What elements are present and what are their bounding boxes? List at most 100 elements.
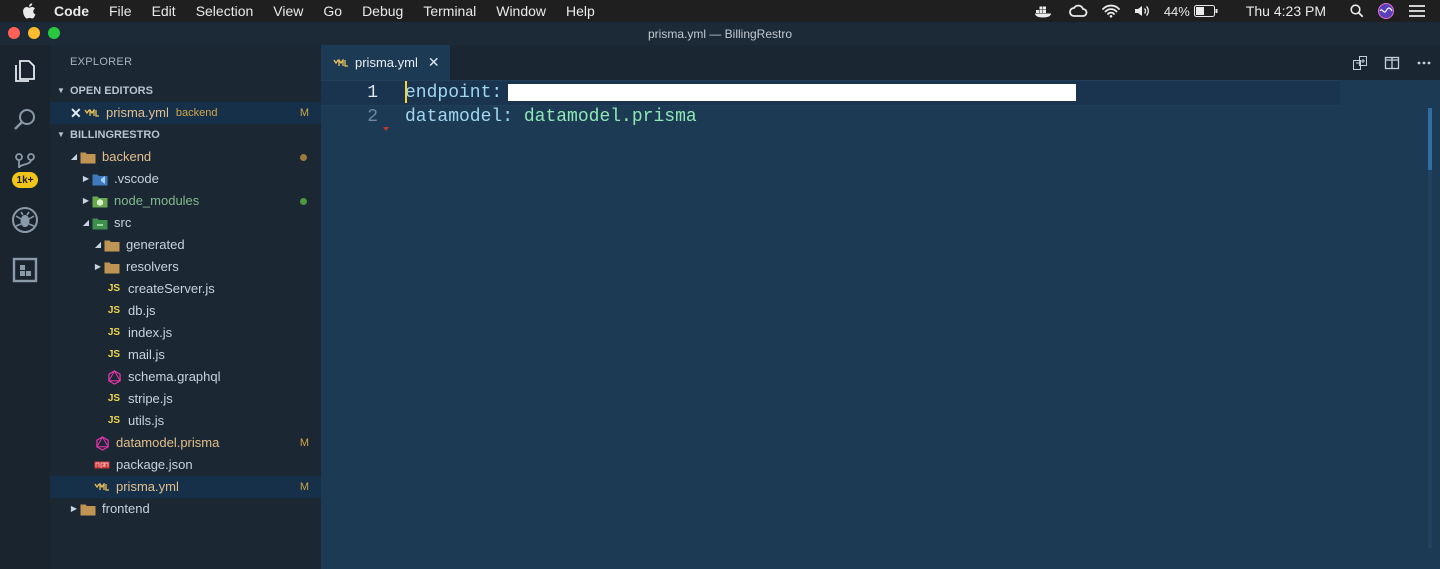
code-text: endpoint: xyxy=(405,83,1077,103)
extensions-icon[interactable] xyxy=(11,256,39,284)
chevron-right-icon: ▶ xyxy=(82,174,90,183)
macos-menu-bar: Code File Edit Selection View Go Debug T… xyxy=(0,0,1440,22)
folder-icon xyxy=(80,501,96,517)
tree-file-stripe[interactable]: JS stripe.js xyxy=(50,388,321,410)
wifi-icon[interactable] xyxy=(1101,4,1120,18)
menu-help[interactable]: Help xyxy=(566,3,595,19)
window-title: prisma.yml — BillingRestro xyxy=(647,26,793,41)
open-editor-item[interactable]: ✕ prisma.yml backend M xyxy=(50,102,321,124)
javascript-file-icon: JS xyxy=(107,327,121,338)
tree-label: generated xyxy=(126,237,185,252)
tree-folder-backend[interactable]: ◢ backend xyxy=(50,146,321,168)
tree-file-package-json[interactable]: package.json xyxy=(50,454,321,476)
tree-file-prisma-yml[interactable]: prisma.yml M xyxy=(50,476,321,498)
tree-folder-frontend[interactable]: ▶ frontend xyxy=(50,498,321,520)
vertical-scrollbar[interactable] xyxy=(1428,108,1432,548)
close-icon[interactable]: ✕ xyxy=(70,102,84,124)
workspace-header[interactable]: ▼ BILLINGRESTRO xyxy=(50,124,321,146)
tree-label: backend xyxy=(102,149,152,164)
menu-selection[interactable]: Selection xyxy=(196,3,254,19)
creative-cloud-icon[interactable] xyxy=(1068,4,1088,18)
folder-open-icon xyxy=(104,237,120,253)
chevron-down-icon: ▼ xyxy=(57,130,65,139)
docker-icon[interactable] xyxy=(1034,4,1054,18)
chevron-down-icon: ◢ xyxy=(94,240,102,249)
apple-icon[interactable] xyxy=(18,3,40,19)
open-editors-header[interactable]: ▼ OPEN EDITORS xyxy=(50,80,321,102)
split-editor-icon[interactable] xyxy=(1376,55,1408,71)
menu-file[interactable]: File xyxy=(109,3,132,19)
line-number: 1 xyxy=(367,83,378,103)
tree-folder-resolvers[interactable]: ▶ resolvers xyxy=(50,256,321,278)
notification-center-icon[interactable] xyxy=(1408,4,1426,18)
menu-app-name[interactable]: Code xyxy=(54,3,89,19)
tree-label: schema.graphql xyxy=(128,369,221,384)
explorer-icon[interactable] xyxy=(11,57,39,85)
tree-label: frontend xyxy=(102,501,150,516)
tree-file-mail[interactable]: JS mail.js xyxy=(50,344,321,366)
sidebar-title: EXPLORER xyxy=(70,56,133,68)
yaml-value: datamodel.prisma xyxy=(523,107,697,127)
menu-edit[interactable]: Edit xyxy=(152,3,176,19)
tree-label: resolvers xyxy=(126,259,179,274)
tree-file-index[interactable]: JS index.js xyxy=(50,322,321,344)
editor-tab[interactable]: prisma.yml ✕ xyxy=(321,45,450,80)
tree-label: db.js xyxy=(128,303,156,318)
tree-file-schema[interactable]: schema.graphql xyxy=(50,366,321,388)
git-status-modified: M xyxy=(299,437,309,449)
tree-file-utils[interactable]: JS utils.js xyxy=(50,410,321,432)
javascript-file-icon: JS xyxy=(107,415,121,426)
menu-debug[interactable]: Debug xyxy=(362,3,403,19)
workspace-label: BILLINGRESTRO xyxy=(70,129,160,141)
git-status-modified: M xyxy=(299,107,309,119)
editor-area: prisma.yml ✕ 1 endpoint: 2 datamodel: da… xyxy=(321,45,1440,569)
yaml-file-icon xyxy=(94,479,110,495)
node-folder-icon xyxy=(92,193,108,209)
battery-icon[interactable] xyxy=(1193,5,1218,17)
redacted-value xyxy=(508,83,1077,101)
prisma-file-icon xyxy=(94,435,110,451)
tree-label: utils.js xyxy=(128,413,165,428)
yaml-file-icon xyxy=(84,105,100,121)
breakpoint-marker-icon xyxy=(383,127,389,131)
open-changes-icon[interactable] xyxy=(1344,55,1376,71)
menu-view[interactable]: View xyxy=(273,3,303,19)
tree-file-datamodel[interactable]: datamodel.prisma M xyxy=(50,432,321,454)
search-icon[interactable] xyxy=(11,106,39,134)
tree-folder-vscode[interactable]: ▶ .vscode xyxy=(50,168,321,190)
code-line[interactable]: 2 datamodel: datamodel.prisma xyxy=(321,105,1340,129)
menu-window[interactable]: Window xyxy=(496,3,546,19)
tree-folder-generated[interactable]: ◢ generated xyxy=(50,234,321,256)
tree-label: index.js xyxy=(128,325,173,340)
menu-terminal[interactable]: Terminal xyxy=(423,3,476,19)
tree-folder-src[interactable]: ◢ src xyxy=(50,212,321,234)
volume-icon[interactable] xyxy=(1134,4,1150,18)
tree-file-db[interactable]: JS db.js xyxy=(50,300,321,322)
menu-go[interactable]: Go xyxy=(323,3,342,19)
graphql-file-icon xyxy=(106,369,122,385)
code-editor[interactable]: 1 endpoint: 2 datamodel: datamodel.prism… xyxy=(321,80,1440,569)
yaml-key: endpoint: xyxy=(405,83,503,103)
git-status-modified: M xyxy=(299,481,309,493)
scrollbar-thumb[interactable] xyxy=(1428,108,1432,170)
tree-label: createServer.js xyxy=(128,281,215,296)
chevron-down-icon: ▼ xyxy=(57,86,65,95)
tree-label: datamodel.prisma xyxy=(116,435,220,450)
folder-icon xyxy=(104,259,120,275)
tree-folder-node-modules[interactable]: ▶ node_modules xyxy=(50,190,321,212)
tree-label: stripe.js xyxy=(128,391,173,406)
spotlight-search-icon[interactable] xyxy=(1350,4,1364,18)
debug-icon[interactable] xyxy=(11,206,39,234)
maximize-window-button[interactable] xyxy=(48,27,60,39)
minimize-window-button[interactable] xyxy=(28,27,40,39)
code-line[interactable]: 1 endpoint: xyxy=(321,80,1340,106)
siri-icon[interactable] xyxy=(1378,3,1394,19)
close-window-button[interactable] xyxy=(8,27,20,39)
close-icon[interactable]: ✕ xyxy=(428,54,440,71)
open-editors-label: OPEN EDITORS xyxy=(70,85,153,97)
menubar-clock[interactable]: Thu 4:23 PM xyxy=(1246,3,1326,19)
tree-file-createserver[interactable]: JS createServer.js xyxy=(50,278,321,300)
chevron-right-icon: ▶ xyxy=(82,196,90,205)
source-control-badge: 1k+ xyxy=(12,172,38,188)
more-actions-icon[interactable] xyxy=(1408,55,1440,71)
